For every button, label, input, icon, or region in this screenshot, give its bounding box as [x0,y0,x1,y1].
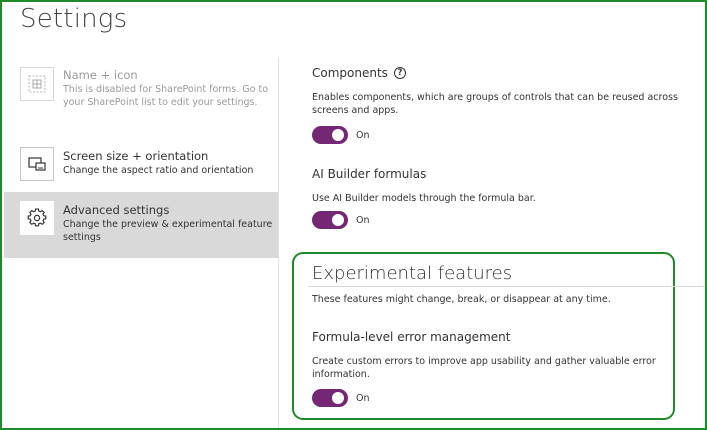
components-title-text: Components [312,66,388,80]
ai-builder-toggle[interactable]: On [312,211,370,229]
gear-icon [20,201,54,235]
ai-builder-title: AI Builder formulas [312,167,427,181]
settings-nav: Name + icon This is disabled for SharePo… [4,57,279,428]
formula-error-description: Create custom errors to improve app usab… [312,356,656,380]
components-description: Enables components, which are groups of … [312,92,678,116]
nav-item-description: This is disabled for SharePoint forms. G… [63,84,269,108]
help-icon[interactable]: ? [393,67,406,80]
app-grid-icon [20,67,54,101]
nav-item-description: Change the preview & experimental featur… [63,219,273,243]
toggle-state-label: On [356,129,370,141]
settings-window: Settings Name + icon This is disabled fo… [0,0,707,430]
toggle-track[interactable] [312,389,348,407]
nav-item-description: Change the aspect ratio and orientation [63,165,254,176]
nav-item-screen-size[interactable]: Screen size + orientation Change the asp… [4,139,279,189]
toggle-knob [332,392,344,404]
experimental-divider [308,286,705,287]
formula-error-title: Formula-level error management [312,330,511,344]
formula-error-toggle[interactable]: On [312,389,370,407]
toggle-knob [332,129,344,141]
page-title: Settings [20,4,128,34]
nav-item-title: Advanced settings [63,203,170,217]
nav-item-name-icon: Name + icon This is disabled for SharePo… [4,57,279,137]
nav-divider [278,57,279,428]
nav-item-title: Name + icon [63,68,138,82]
toggle-knob [332,214,344,226]
ai-builder-description: Use AI Builder models through the formul… [312,193,536,204]
components-toggle[interactable]: On [312,126,370,144]
experimental-features-title: Experimental features [312,263,513,284]
toggle-track[interactable] [312,126,348,144]
toggle-state-label: On [356,392,370,404]
toggle-state-label: On [356,214,370,226]
nav-item-title: Screen size + orientation [63,149,209,163]
experimental-description: These features might change, break, or d… [312,294,611,305]
screen-size-icon [20,147,54,181]
nav-item-advanced-settings[interactable]: Advanced settings Change the preview & e… [4,192,279,258]
toggle-track[interactable] [312,211,348,229]
components-title: Components? [312,66,406,80]
